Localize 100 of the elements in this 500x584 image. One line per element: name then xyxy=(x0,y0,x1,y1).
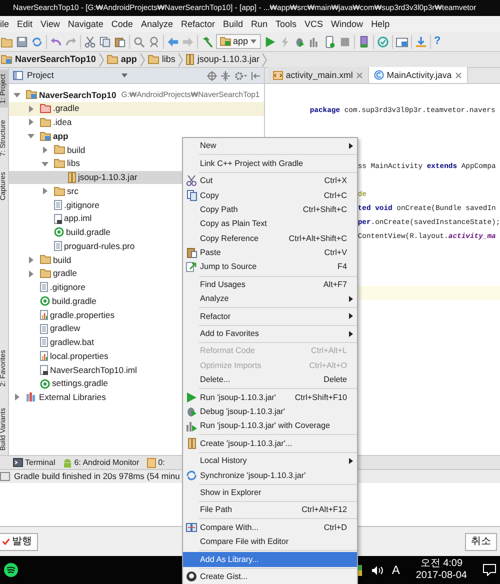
menu-item[interactable]: Copy Ctrl+C xyxy=(183,188,357,203)
menu-item[interactable]: Link C++ Project with Gradle xyxy=(183,156,357,171)
run-icon xyxy=(186,392,197,403)
stop-icon[interactable] xyxy=(339,36,352,48)
sync-icon[interactable] xyxy=(31,36,43,48)
run-configuration-dropdown[interactable]: app xyxy=(216,34,262,49)
expand-arrow-icon[interactable] xyxy=(27,270,35,278)
menu-bar-item[interactable]: Navigate xyxy=(68,18,104,30)
sync-project-icon[interactable] xyxy=(377,36,390,48)
debug-icon[interactable] xyxy=(294,36,306,48)
run-icon[interactable] xyxy=(264,36,276,48)
menu-item[interactable]: Debug 'jsoup-1.10.3.jar' xyxy=(183,404,357,420)
menu-item[interactable]: Compare File with Editor xyxy=(183,534,357,550)
file-icon xyxy=(40,282,48,292)
collapse-arrow-icon[interactable] xyxy=(27,132,35,140)
dialog-button[interactable]: 발행 xyxy=(0,532,38,550)
caret-icon[interactable] xyxy=(121,73,128,78)
menu-item[interactable]: Add As Library... xyxy=(183,552,357,567)
expand-arrow-icon[interactable] xyxy=(41,146,49,154)
expand-arrow-icon[interactable] xyxy=(41,187,49,196)
menu-bar-item[interactable]: Edit xyxy=(17,18,33,30)
undo-icon[interactable] xyxy=(50,36,62,48)
collapse-icon[interactable] xyxy=(220,70,230,80)
shortcut-text: Ctrl+Alt+F12 xyxy=(300,505,347,516)
menu-bar-item[interactable]: Help xyxy=(371,18,390,30)
editor-tab[interactable]: MainActivity.java xyxy=(368,67,468,83)
menu-item[interactable]: Copy Path Ctrl+Shift+C xyxy=(183,202,357,217)
collapse-arrow-icon[interactable] xyxy=(13,90,21,99)
breadcrumb-item[interactable]: jsoup-1.10.3.jar xyxy=(197,54,260,65)
menu-bar-item[interactable]: Window xyxy=(331,18,364,30)
menu-item[interactable]: Analyze xyxy=(183,292,357,306)
tool-windows-icon[interactable] xyxy=(0,472,10,481)
menu-item[interactable]: File Path Ctrl+Alt+F12 xyxy=(183,502,357,518)
folder-icon[interactable] xyxy=(1,36,13,48)
menu-item[interactable]: Create 'jsoup-1.10.3.jar'... xyxy=(183,436,357,451)
menu-item[interactable]: Paste Ctrl+V xyxy=(183,246,357,260)
expand-arrow-icon[interactable] xyxy=(27,104,35,113)
locate-icon[interactable] xyxy=(206,70,217,80)
copy-icon xyxy=(186,190,196,201)
menu-bar-item[interactable]: Code xyxy=(111,18,133,30)
menu-item[interactable]: Add to Favorites xyxy=(183,326,357,342)
tool-window-tab[interactable]: 6: Android Monitor xyxy=(63,458,140,468)
editor-tab[interactable]: activity_main.xml xyxy=(268,67,369,83)
menu-item[interactable]: Refactor xyxy=(183,309,357,324)
tool-window-tab[interactable]: 0: xyxy=(147,458,165,468)
collapse-arrow-icon[interactable] xyxy=(41,160,49,168)
expand-arrow-icon[interactable] xyxy=(27,256,35,264)
menu-bar-item[interactable]: VCS xyxy=(304,18,324,30)
menu-item[interactable]: Delete... Delete xyxy=(183,372,357,388)
expand-arrow-icon[interactable] xyxy=(13,393,21,402)
tree-item[interactable]: .gradle xyxy=(9,102,264,116)
menu-item[interactable]: Local History xyxy=(183,454,357,468)
menu-item[interactable]: Synchronize 'jsoup-1.10.3.jar' xyxy=(183,468,357,483)
hammer-icon[interactable] xyxy=(201,36,213,48)
clock-date[interactable]: 2017-08-04 xyxy=(416,570,467,582)
menu-item[interactable]: Create Gist... xyxy=(183,570,357,584)
menu-item[interactable]: Copy as Plain Text xyxy=(183,216,357,232)
menu-bar-item[interactable]: Analyze xyxy=(140,18,173,30)
breadcrumb-item[interactable]: NaverSearchTop10 xyxy=(15,54,96,65)
tree-item[interactable]: .idea xyxy=(9,116,264,130)
project-structure-icon[interactable] xyxy=(396,36,408,48)
settings-icon[interactable] xyxy=(234,70,247,80)
folder-icon xyxy=(40,118,51,127)
caret-icon xyxy=(250,39,258,44)
menu-item[interactable]: Run 'jsoup-1.10.3.jar' with Coverage xyxy=(183,419,357,434)
input-mode-indicator[interactable]: A xyxy=(392,562,400,578)
hide-panel-icon[interactable] xyxy=(250,70,260,80)
menu-item[interactable]: Compare With... Ctrl+D xyxy=(183,520,357,535)
menu-item[interactable]: Show in Explorer xyxy=(183,486,357,500)
back-arrow-icon[interactable] xyxy=(167,36,179,48)
menu-bar-item[interactable]: View xyxy=(40,18,60,30)
menu-item[interactable]: Copy Reference Ctrl+Alt+Shift+C xyxy=(183,231,357,246)
redo-icon[interactable] xyxy=(65,36,77,48)
breadcrumb-item[interactable]: app xyxy=(120,54,137,65)
cut-icon[interactable] xyxy=(84,36,96,48)
speaker-icon[interactable] xyxy=(370,564,384,576)
close-icon[interactable] xyxy=(454,72,462,78)
music-app-icon[interactable] xyxy=(4,563,18,577)
tool-window-tab[interactable]: Terminal xyxy=(13,458,56,468)
shortcut-text: Alt+F7 xyxy=(322,280,347,290)
menu-bar-item[interactable]: Build xyxy=(222,18,243,30)
menu-item[interactable]: Run 'jsoup-1.10.3.jar' Ctrl+Shift+F10 xyxy=(183,390,357,405)
paste-icon[interactable] xyxy=(114,36,126,48)
menu-bar-item[interactable]: Refactor xyxy=(180,18,215,30)
search-icon[interactable] xyxy=(133,36,145,48)
close-icon[interactable] xyxy=(356,72,363,78)
dialog-button[interactable]: 취소 xyxy=(465,532,497,550)
save-icon[interactable] xyxy=(16,36,28,48)
menu-bar-item[interactable]: ile xyxy=(0,18,10,30)
copy-icon[interactable] xyxy=(99,36,111,48)
expand-arrow-icon[interactable] xyxy=(27,118,35,126)
notification-icon[interactable] xyxy=(483,564,496,576)
clock-time[interactable]: 오전 4:09 xyxy=(416,558,467,570)
menu-bar-item[interactable]: Run xyxy=(251,18,268,30)
device-icon[interactable] xyxy=(324,36,336,48)
breadcrumb-item[interactable]: libs xyxy=(162,54,176,65)
download-icon[interactable] xyxy=(415,36,428,48)
menu-item[interactable]: Jump to Source F4 xyxy=(183,260,357,275)
menu-item[interactable]: Find Usages Alt+F7 xyxy=(183,278,357,292)
menu-bar-item[interactable]: Tools xyxy=(276,18,297,30)
